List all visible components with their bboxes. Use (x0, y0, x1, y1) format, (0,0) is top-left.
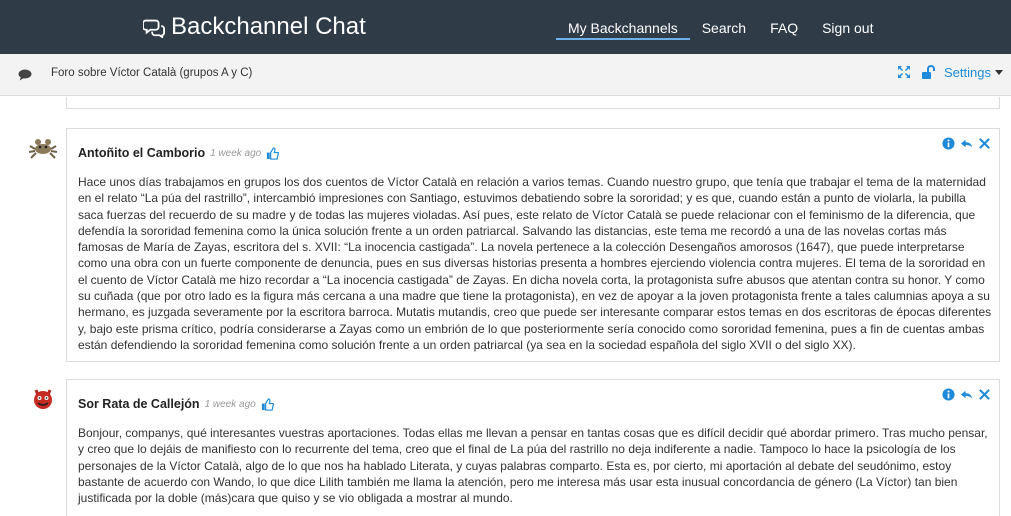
close-icon[interactable] (978, 388, 991, 401)
post-body: Bonjour, companys, qué interesantes vues… (78, 426, 988, 506)
post-author[interactable]: Sor Rata de Callejón (78, 397, 200, 411)
settings-label: Settings (944, 64, 991, 80)
thumbs-up-icon[interactable] (266, 146, 280, 160)
message-feed[interactable]: Antoñito el Camborio 1 week ago Hace uno… (0, 97, 1011, 516)
thumbs-up-icon[interactable] (261, 397, 274, 411)
nav-search[interactable]: Search (690, 16, 758, 40)
info-icon[interactable] (942, 137, 955, 150)
brand[interactable]: Backchannel Chat (143, 11, 366, 43)
unlock-icon[interactable] (920, 64, 936, 80)
nav-faq[interactable]: FAQ (758, 16, 810, 40)
post-card: Antoñito el Camborio 1 week ago Hace uno… (66, 128, 1000, 362)
settings-dropdown[interactable]: Settings (944, 65, 1003, 80)
post-author[interactable]: Antoñito el Camborio (78, 146, 205, 160)
nav-sign-out[interactable]: Sign out (810, 16, 885, 40)
nav-my-backchannels[interactable]: My Backchannels (556, 16, 690, 40)
expand-icon[interactable] (896, 64, 912, 80)
close-icon[interactable] (978, 137, 991, 150)
reply-icon[interactable] (960, 137, 973, 150)
info-icon[interactable] (942, 388, 955, 401)
post-timestamp: 1 week ago (204, 398, 256, 410)
chat-bubbles-icon (143, 19, 165, 38)
chevron-down-icon (995, 69, 1003, 75)
channel-title: Foro sobre Víctor Català (grupos A y C) (51, 67, 253, 79)
avatar-devil-icon (34, 389, 52, 409)
post-timestamp: 1 week ago (210, 147, 262, 159)
channel-bar: Foro sobre Víctor Català (grupos A y C) … (0, 54, 1011, 96)
avatar-crab-icon (28, 139, 58, 159)
top-navbar: Backchannel Chat My Backchannels Search … (0, 0, 1011, 54)
post-card: Sor Rata de Callejón 1 week ago Bonjour,… (66, 379, 1000, 516)
post-body: Hace unos días trabajamos en grupos los … (78, 175, 992, 352)
reply-icon[interactable] (960, 388, 973, 401)
previous-post-edge (66, 97, 1000, 109)
chat-icon (18, 69, 32, 81)
brand-title: Backchannel Chat (171, 13, 366, 40)
